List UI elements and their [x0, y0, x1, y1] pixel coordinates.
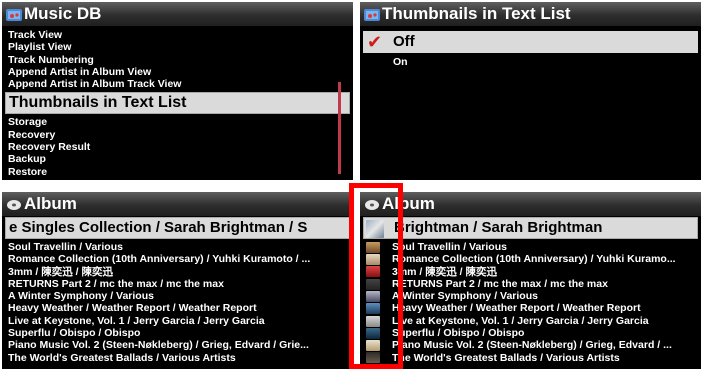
menu-item-append-artist-track[interactable]: Append Artist in Album Track View	[2, 78, 353, 90]
album-item[interactable]: RETURNS Part 2 / mc the max / mc the max	[360, 278, 701, 290]
album-item[interactable]: Superflu / Obispo / Obispo	[2, 327, 353, 339]
folder-music-icon	[364, 9, 380, 21]
album-item[interactable]: RETURNS Part 2 / mc the max / mc the max	[2, 278, 353, 290]
music-db-title: Music DB	[24, 4, 102, 23]
menu-item-track-numbering[interactable]: Track Numbering	[2, 54, 353, 66]
option-off-label: Off	[393, 33, 415, 50]
menu-item-append-artist-album[interactable]: Append Artist in Album View	[2, 66, 353, 78]
album-selected-right[interactable]: Brightman / Sarah Brightman	[363, 217, 698, 239]
thumbnails-titlebar: Thumbnails in Text List	[360, 2, 701, 26]
checkmark-icon: ✔	[367, 32, 383, 52]
thumbnails-panel: Thumbnails in Text List ✔ Off On	[360, 2, 701, 180]
menu-item-recovery[interactable]: Recovery	[2, 129, 353, 141]
album-icon	[7, 200, 21, 210]
album-item[interactable]: Live at Keystone, Vol. 1 / Jerry Garcia …	[360, 315, 701, 327]
folder-music-icon	[6, 9, 22, 21]
music-db-titlebar: Music DB	[2, 2, 353, 26]
album-title-left: Album	[24, 194, 77, 213]
menu-item-playlist-view[interactable]: Playlist View	[2, 41, 353, 53]
menu-item-restore[interactable]: Restore	[2, 166, 353, 178]
album-item[interactable]: The World's Greatest Ballads / Various A…	[360, 352, 701, 364]
album-titlebar-left: Album	[2, 192, 353, 216]
thumbnails-title: Thumbnails in Text List	[382, 4, 571, 23]
album-item[interactable]: Piano Music Vol. 2 (Steen-Nøkleberg) / G…	[360, 339, 701, 351]
album-selected-left[interactable]: e Singles Collection / Sarah Brightman /…	[5, 217, 350, 239]
album-item[interactable]: A Winter Symphony / Various	[360, 290, 701, 302]
menu-item-recovery-result[interactable]: Recovery Result	[2, 141, 353, 153]
album-item[interactable]: Soul Travellin / Various	[360, 241, 701, 253]
album-item[interactable]: Piano Music Vol. 2 (Steen-Nøkleberg) / G…	[2, 339, 353, 351]
album-item[interactable]: The World's Greatest Ballads / Various A…	[2, 352, 353, 364]
album-item[interactable]: A Winter Symphony / Various	[2, 290, 353, 302]
album-item[interactable]: Heavy Weather / Weather Report / Weather…	[2, 302, 353, 314]
album-item[interactable]: 3mm / 陳奕迅 / 陳奕迅	[2, 266, 353, 278]
album-item[interactable]: Soul Travellin / Various	[2, 241, 353, 253]
scrollbar[interactable]	[338, 82, 341, 174]
album-item[interactable]: Live at Keystone, Vol. 1 / Jerry Garcia …	[2, 315, 353, 327]
option-off[interactable]: ✔ Off	[363, 31, 698, 53]
album-item[interactable]: Superflu / Obispo / Obispo	[360, 327, 701, 339]
album-item[interactable]: 3mm / 陳奕迅 / 陳奕迅	[360, 266, 701, 278]
option-on[interactable]: On	[360, 55, 701, 69]
music-db-list: Track View Playlist View Track Numbering…	[2, 29, 353, 178]
menu-item-thumbnails-selected[interactable]: Thumbnails in Text List	[5, 92, 350, 115]
album-item[interactable]: Heavy Weather / Weather Report / Weather…	[360, 302, 701, 314]
album-panel-left: Album e Singles Collection / Sarah Brigh…	[2, 192, 353, 369]
highlight-box	[349, 183, 403, 369]
album-titlebar-right: Album	[360, 192, 701, 216]
menu-item-backup[interactable]: Backup	[2, 153, 353, 165]
menu-item-track-view[interactable]: Track View	[2, 29, 353, 41]
album-panel-right: Album Brightman / Sarah Brightman Soul T…	[360, 192, 701, 369]
album-item[interactable]: Romance Collection (10th Anniversary) / …	[2, 253, 353, 265]
music-db-panel: Music DB Track View Playlist View Track …	[2, 2, 353, 180]
menu-item-storage[interactable]: Storage	[2, 116, 353, 128]
album-item[interactable]: Romance Collection (10th Anniversary) / …	[360, 253, 701, 265]
